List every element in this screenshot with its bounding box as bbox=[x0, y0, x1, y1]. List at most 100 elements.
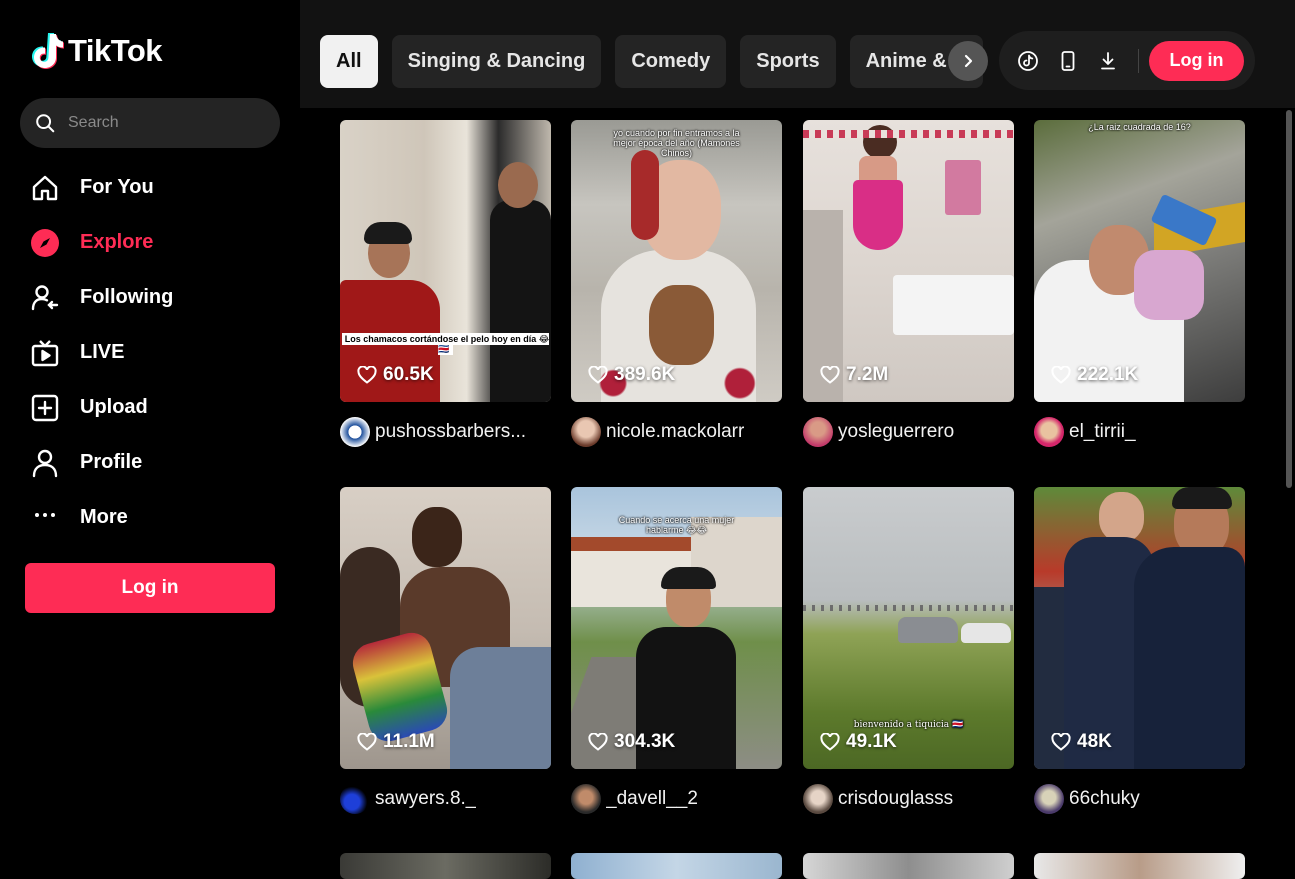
video-thumbnail[interactable] bbox=[803, 853, 1014, 879]
video-caption-text: Los chamacos cortándose el pelo hoy en d… bbox=[341, 333, 550, 355]
video-author[interactable]: pushossbarbers... bbox=[340, 417, 551, 447]
heart-icon bbox=[820, 733, 840, 751]
video-thumbnail[interactable]: yo cuando por fin entramos a la mejor ép… bbox=[571, 120, 782, 402]
avatar[interactable] bbox=[803, 784, 833, 814]
like-count-value: 7.2M bbox=[846, 364, 889, 385]
topbar-tools: Log in bbox=[999, 31, 1255, 90]
video-card[interactable]: 7.2M yosleguerrero bbox=[803, 120, 1014, 447]
sidebar-item-live[interactable]: LIVE bbox=[28, 325, 278, 380]
sidebar-item-more[interactable]: More bbox=[28, 490, 278, 545]
like-count: 11.1M bbox=[357, 731, 435, 753]
video-card[interactable] bbox=[803, 853, 1014, 879]
page-scrollbar[interactable] bbox=[1286, 110, 1292, 488]
profile-icon bbox=[28, 446, 62, 480]
avatar[interactable] bbox=[571, 417, 601, 447]
like-count-value: 11.1M bbox=[383, 731, 435, 752]
sidebar-item-label: More bbox=[80, 506, 128, 528]
video-card[interactable]: yo cuando por fin entramos a la mejor ép… bbox=[571, 120, 782, 447]
like-count-value: 304.3K bbox=[614, 731, 676, 752]
tiktok-note-icon bbox=[1018, 50, 1038, 71]
download-button[interactable] bbox=[1088, 41, 1128, 81]
category-chip-comedy[interactable]: Comedy bbox=[615, 35, 727, 88]
author-username[interactable]: _davell__2 bbox=[606, 788, 698, 810]
video-thumbnail[interactable]: Los chamacos cortándose el pelo hoy en d… bbox=[340, 120, 551, 402]
video-caption-text: yo cuando por fin entramos a la mejor ép… bbox=[613, 128, 740, 158]
heart-icon bbox=[357, 366, 377, 384]
like-count-value: 222.1K bbox=[1077, 364, 1139, 385]
video-card[interactable]: Cuando se acerca una mujer hablarme 😂😂 3… bbox=[571, 487, 782, 814]
sidebar-item-label: LIVE bbox=[80, 341, 125, 363]
author-username[interactable]: yosleguerrero bbox=[838, 421, 954, 443]
category-chip-all[interactable]: All bbox=[320, 35, 378, 88]
video-thumbnail[interactable] bbox=[1034, 853, 1245, 879]
sidebar-item-label: Profile bbox=[80, 451, 143, 473]
categories-next-button[interactable] bbox=[948, 41, 988, 81]
video-card[interactable]: 11.1M sawyers.8._ bbox=[340, 487, 551, 814]
sidebar-item-upload[interactable]: Upload bbox=[28, 380, 278, 435]
video-author[interactable]: el_tirrii_ bbox=[1034, 417, 1245, 447]
sidebar-login-button[interactable]: Log in bbox=[25, 563, 275, 613]
download-icon bbox=[1101, 51, 1115, 69]
category-chip-sports[interactable]: Sports bbox=[740, 35, 836, 88]
sidebar-item-explore[interactable]: Explore bbox=[28, 215, 278, 270]
video-thumbnail[interactable]: Cuando se acerca una mujer hablarme 😂😂 3… bbox=[571, 487, 782, 769]
tiktok-logo[interactable]: TikTok bbox=[28, 32, 163, 70]
video-caption-text: ¿La raiz cuadrada de 16? bbox=[1088, 122, 1191, 132]
search-box[interactable] bbox=[20, 98, 280, 148]
sidebar: TikTok For You Explore Following bbox=[0, 0, 300, 879]
video-author[interactable]: _davell__2 bbox=[571, 784, 782, 814]
video-caption: ¿La raiz cuadrada de 16? bbox=[1034, 122, 1245, 132]
video-author[interactable]: sawyers.8._ bbox=[340, 784, 551, 814]
video-card[interactable] bbox=[571, 853, 782, 879]
tiktok-studio-button[interactable] bbox=[1008, 41, 1048, 81]
video-card[interactable] bbox=[340, 853, 551, 879]
video-author[interactable]: nicole.mackolarr bbox=[571, 417, 782, 447]
sidebar-item-label: For You bbox=[80, 176, 154, 198]
author-username[interactable]: el_tirrii_ bbox=[1069, 421, 1136, 443]
live-icon bbox=[28, 336, 62, 370]
topbar-login-button[interactable]: Log in bbox=[1149, 40, 1244, 81]
avatar[interactable] bbox=[1034, 784, 1064, 814]
sidebar-item-following[interactable]: Following bbox=[28, 270, 278, 325]
avatar[interactable] bbox=[571, 784, 601, 814]
video-card[interactable] bbox=[1034, 853, 1245, 879]
search-input[interactable] bbox=[68, 114, 258, 132]
video-caption-text: Cuando se acerca una mujer hablarme 😂😂 bbox=[618, 515, 735, 535]
video-card[interactable]: ¿La raiz cuadrada de 16? 222.1K el_tirri… bbox=[1034, 120, 1245, 447]
video-thumbnail[interactable]: 48K bbox=[1034, 487, 1245, 769]
author-username[interactable]: sawyers.8._ bbox=[375, 788, 476, 810]
video-card[interactable]: bienvenido a tiquicia 🇨🇷 49.1K crisdougl… bbox=[803, 487, 1014, 814]
video-thumbnail[interactable] bbox=[340, 853, 551, 879]
author-username[interactable]: pushossbarbers... bbox=[375, 421, 526, 443]
avatar[interactable] bbox=[803, 417, 833, 447]
heart-icon bbox=[357, 733, 377, 751]
video-caption-text: bienvenido a tiquicia 🇨🇷 bbox=[853, 720, 964, 730]
video-thumbnail[interactable]: ¿La raiz cuadrada de 16? 222.1K bbox=[1034, 120, 1245, 402]
sidebar-item-label: Following bbox=[80, 286, 174, 308]
video-author[interactable]: 66chuky bbox=[1034, 784, 1245, 814]
video-thumbnail[interactable] bbox=[571, 853, 782, 879]
avatar[interactable] bbox=[340, 784, 370, 814]
upload-icon bbox=[28, 391, 62, 425]
logo-wordmark: TikTok bbox=[68, 33, 163, 68]
sidebar-item-for-you[interactable]: For You bbox=[28, 160, 278, 215]
video-card[interactable]: 48K 66chuky bbox=[1034, 487, 1245, 814]
heart-icon bbox=[1051, 366, 1071, 384]
author-username[interactable]: 66chuky bbox=[1069, 788, 1140, 810]
avatar[interactable] bbox=[340, 417, 370, 447]
video-card[interactable]: Los chamacos cortándose el pelo hoy en d… bbox=[340, 120, 551, 447]
video-thumbnail[interactable]: bienvenido a tiquicia 🇨🇷 49.1K bbox=[803, 487, 1014, 769]
video-caption: Cuando se acerca una mujer hablarme 😂😂 bbox=[571, 515, 782, 535]
get-app-button[interactable] bbox=[1048, 41, 1088, 81]
heart-icon bbox=[588, 733, 608, 751]
category-chip-singing-dancing[interactable]: Singing & Dancing bbox=[391, 35, 602, 88]
video-author[interactable]: yosleguerrero bbox=[803, 417, 1014, 447]
video-thumbnail[interactable]: 7.2M bbox=[803, 120, 1014, 402]
video-thumbnail[interactable]: 11.1M bbox=[340, 487, 551, 769]
video-author[interactable]: crisdouglasss bbox=[803, 784, 1014, 814]
author-username[interactable]: crisdouglasss bbox=[838, 788, 953, 810]
author-username[interactable]: nicole.mackolarr bbox=[606, 421, 744, 443]
sidebar-item-profile[interactable]: Profile bbox=[28, 435, 278, 490]
like-count: 49.1K bbox=[820, 731, 897, 753]
avatar[interactable] bbox=[1034, 417, 1064, 447]
